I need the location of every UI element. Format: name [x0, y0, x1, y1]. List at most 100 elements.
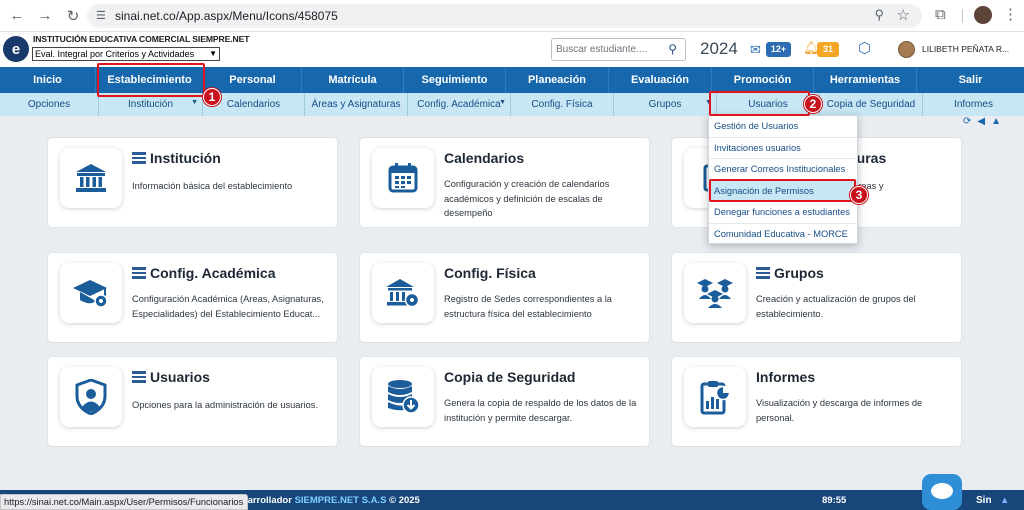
hamburger-icon [132, 152, 146, 164]
card-description: Visualización y descarga de informes de … [756, 398, 923, 423]
evaluation-select[interactable]: Eval. Integral por Criterios y Actividad… [32, 47, 220, 61]
menu-item-generar-correos[interactable]: Generar Correos Institucionales [709, 159, 857, 181]
sinai-logo-icon: e [3, 36, 29, 62]
year-label: 2024 [700, 39, 738, 58]
subnav-informes-label: Informes [954, 99, 993, 110]
card-title-text: Calendarios [444, 150, 525, 166]
copyright-year: © 2025 [389, 495, 420, 506]
caret-down-icon: ▼ [499, 99, 506, 106]
card-title: Config. Académica [132, 265, 276, 281]
mail-icon[interactable]: ✉ [750, 42, 761, 58]
card-description: Opciones para la administración de usuar… [132, 400, 319, 410]
subnav-grupos[interactable]: Grupos ▼ [614, 93, 717, 116]
search-placeholder: Buscar estudiante.... [556, 44, 648, 55]
card-title-text: Grupos [774, 265, 824, 281]
search-icon[interactable]: ⚲ [668, 42, 677, 56]
subnav-copia-seguridad[interactable]: Copia de Seguridad [820, 93, 923, 116]
institution-name: INSTITUCIÓN EDUCATIVA COMERCIAL SIEMPRE.… [33, 34, 250, 44]
subnav-config-fisica[interactable]: Config. Física [511, 93, 614, 116]
toolbar-divider [962, 9, 963, 23]
card-description: Configuración y creación de calendarios … [444, 179, 610, 218]
menu-item-gestion-usuarios[interactable]: Gestión de Usuarios [709, 116, 857, 138]
card-title: Calendarios [444, 150, 524, 166]
browser-menu-icon[interactable]: ⋮ [1003, 5, 1018, 23]
subnav-areas-label: Áreas y Asignaturas [311, 99, 401, 110]
subnav-config-academica[interactable]: Config. Académica ▼ [408, 93, 511, 116]
browser-toolbar: ← → ↻ ☰ sinai.net.co/App.aspx/Menu/Icons… [0, 0, 1024, 32]
menu-item-denegar-funciones[interactable]: Denegar funciones a estudiantes [709, 202, 857, 224]
user-avatar[interactable] [898, 41, 915, 58]
caret-down-icon: ▼ [191, 99, 198, 106]
subnav-copia-label: Copia de Seguridad [826, 99, 916, 110]
menu-item-invitaciones-usuarios[interactable]: Invitaciones usuarios [709, 138, 857, 159]
page-tools: ⟳ ◀ ▲ [963, 116, 1001, 127]
card-title-text: Config. Física [444, 265, 536, 281]
app-header: e INSTITUCIÓN EDUCATIVA COMERCIAL SIEMPR… [0, 32, 1024, 67]
card-title: Grupos [756, 265, 824, 281]
nav-evaluacion[interactable]: Evaluación [609, 67, 712, 93]
profile-avatar[interactable] [974, 6, 992, 24]
nav-matricula[interactable]: Matrícula [302, 67, 404, 93]
subnav-institucion[interactable]: Institución ▼ [99, 93, 203, 116]
student-search-input[interactable]: Buscar estudiante.... ⚲ [551, 38, 686, 61]
card-calendarios[interactable]: Calendarios Configuración y creación de … [359, 137, 650, 228]
hamburger-icon [756, 267, 770, 279]
back-icon[interactable]: ← [6, 5, 28, 27]
card-usuarios[interactable]: Usuarios Opciones para la administración… [47, 356, 338, 447]
card-title: Informes [756, 369, 815, 385]
card-informes[interactable]: Informes Visualización y descarga de inf… [671, 356, 962, 447]
bookmark-star-icon[interactable]: ☆ [897, 6, 910, 24]
chevron-down-icon: ▼ [209, 49, 217, 58]
card-institucion[interactable]: Institución Información básica del estab… [47, 137, 338, 228]
refresh-icon[interactable]: ⟳ [963, 116, 971, 127]
zoom-icon[interactable]: ⚲ [874, 7, 884, 23]
card-title: Copia de Seguridad [444, 369, 575, 385]
card-description: Áreas y [852, 181, 884, 191]
forward-icon[interactable]: → [34, 5, 56, 27]
subnav-config-fisica-label: Config. Física [531, 99, 593, 110]
subnav-areas-asignaturas[interactable]: Áreas y Asignaturas [305, 93, 408, 116]
nav-personal[interactable]: Personal [204, 67, 302, 93]
nav-seguimiento[interactable]: Seguimiento [404, 67, 506, 93]
card-config-fisica[interactable]: Config. Física Registro de Sedes corresp… [359, 252, 650, 343]
subnav-opciones[interactable]: Opciones [0, 93, 99, 116]
mail-count-badge[interactable]: 12+ [766, 42, 791, 57]
subnav-grupos-label: Grupos [648, 99, 682, 110]
developer-brand: SIEMPRE.NET S.A.S [294, 495, 387, 506]
nav-establecimiento[interactable]: Establecimiento [96, 67, 204, 93]
card-title: Config. Física [444, 265, 536, 281]
address-bar[interactable]: ☰ sinai.net.co/App.aspx/Menu/Icons/45807… [87, 4, 922, 28]
extensions-icon[interactable]: ⧉ [935, 6, 946, 23]
card-grupos[interactable]: Grupos Creación y actualización de grupo… [671, 252, 962, 343]
sinai-brand-label: Sin [976, 495, 992, 506]
building-gear-icon [372, 263, 434, 323]
card-title-text: Informes [756, 369, 816, 385]
card-title-text: Copia de Seguridad [444, 369, 576, 385]
subnav-informes[interactable]: Informes [923, 93, 1024, 116]
developer-credit: esarrollador SIEMPRE.NET S.A.S © 2025 [237, 495, 420, 506]
up-circle-icon[interactable]: ▲ [991, 116, 1001, 127]
chat-widget-button[interactable] [922, 474, 962, 510]
menu-item-comunidad-educativa[interactable]: Comunidad Educativa - MORCE [709, 224, 857, 246]
menu-item-asignacion-permisos[interactable]: Asignación de Permisos [709, 180, 857, 202]
card-copia-seguridad[interactable]: Copia de Seguridad Genera la copia de re… [359, 356, 650, 447]
card-config-academica[interactable]: Config. Académica Configuración Académic… [47, 252, 338, 343]
subnav-calendarios-label: Calendarios [226, 99, 281, 110]
nav-salir[interactable]: Salir [917, 67, 1024, 93]
nav-planeacion[interactable]: Planeación [506, 67, 609, 93]
reload-icon[interactable]: ↻ [62, 5, 84, 27]
session-timer: 89:55 [822, 495, 847, 506]
back-circle-icon[interactable]: ◀ [977, 116, 985, 127]
card-description: Información básica del establecimiento [132, 181, 293, 191]
nav-promocion[interactable]: Promoción [712, 67, 814, 93]
card-title: Institución [132, 150, 221, 166]
scroll-up-icon[interactable]: ▲ [1000, 495, 1009, 506]
user-name[interactable]: LILIBETH PEÑATA R... [922, 44, 1009, 54]
cube-icon[interactable]: ⬡ [858, 39, 871, 57]
nav-inicio[interactable]: Inicio [0, 67, 96, 93]
notification-count-badge[interactable]: 31 [817, 42, 839, 57]
bank-icon [60, 148, 122, 208]
caret-down-icon: ▼ [705, 99, 712, 106]
site-settings-icon[interactable]: ☰ [96, 9, 106, 22]
nav-herramientas[interactable]: Herramientas [814, 67, 917, 93]
